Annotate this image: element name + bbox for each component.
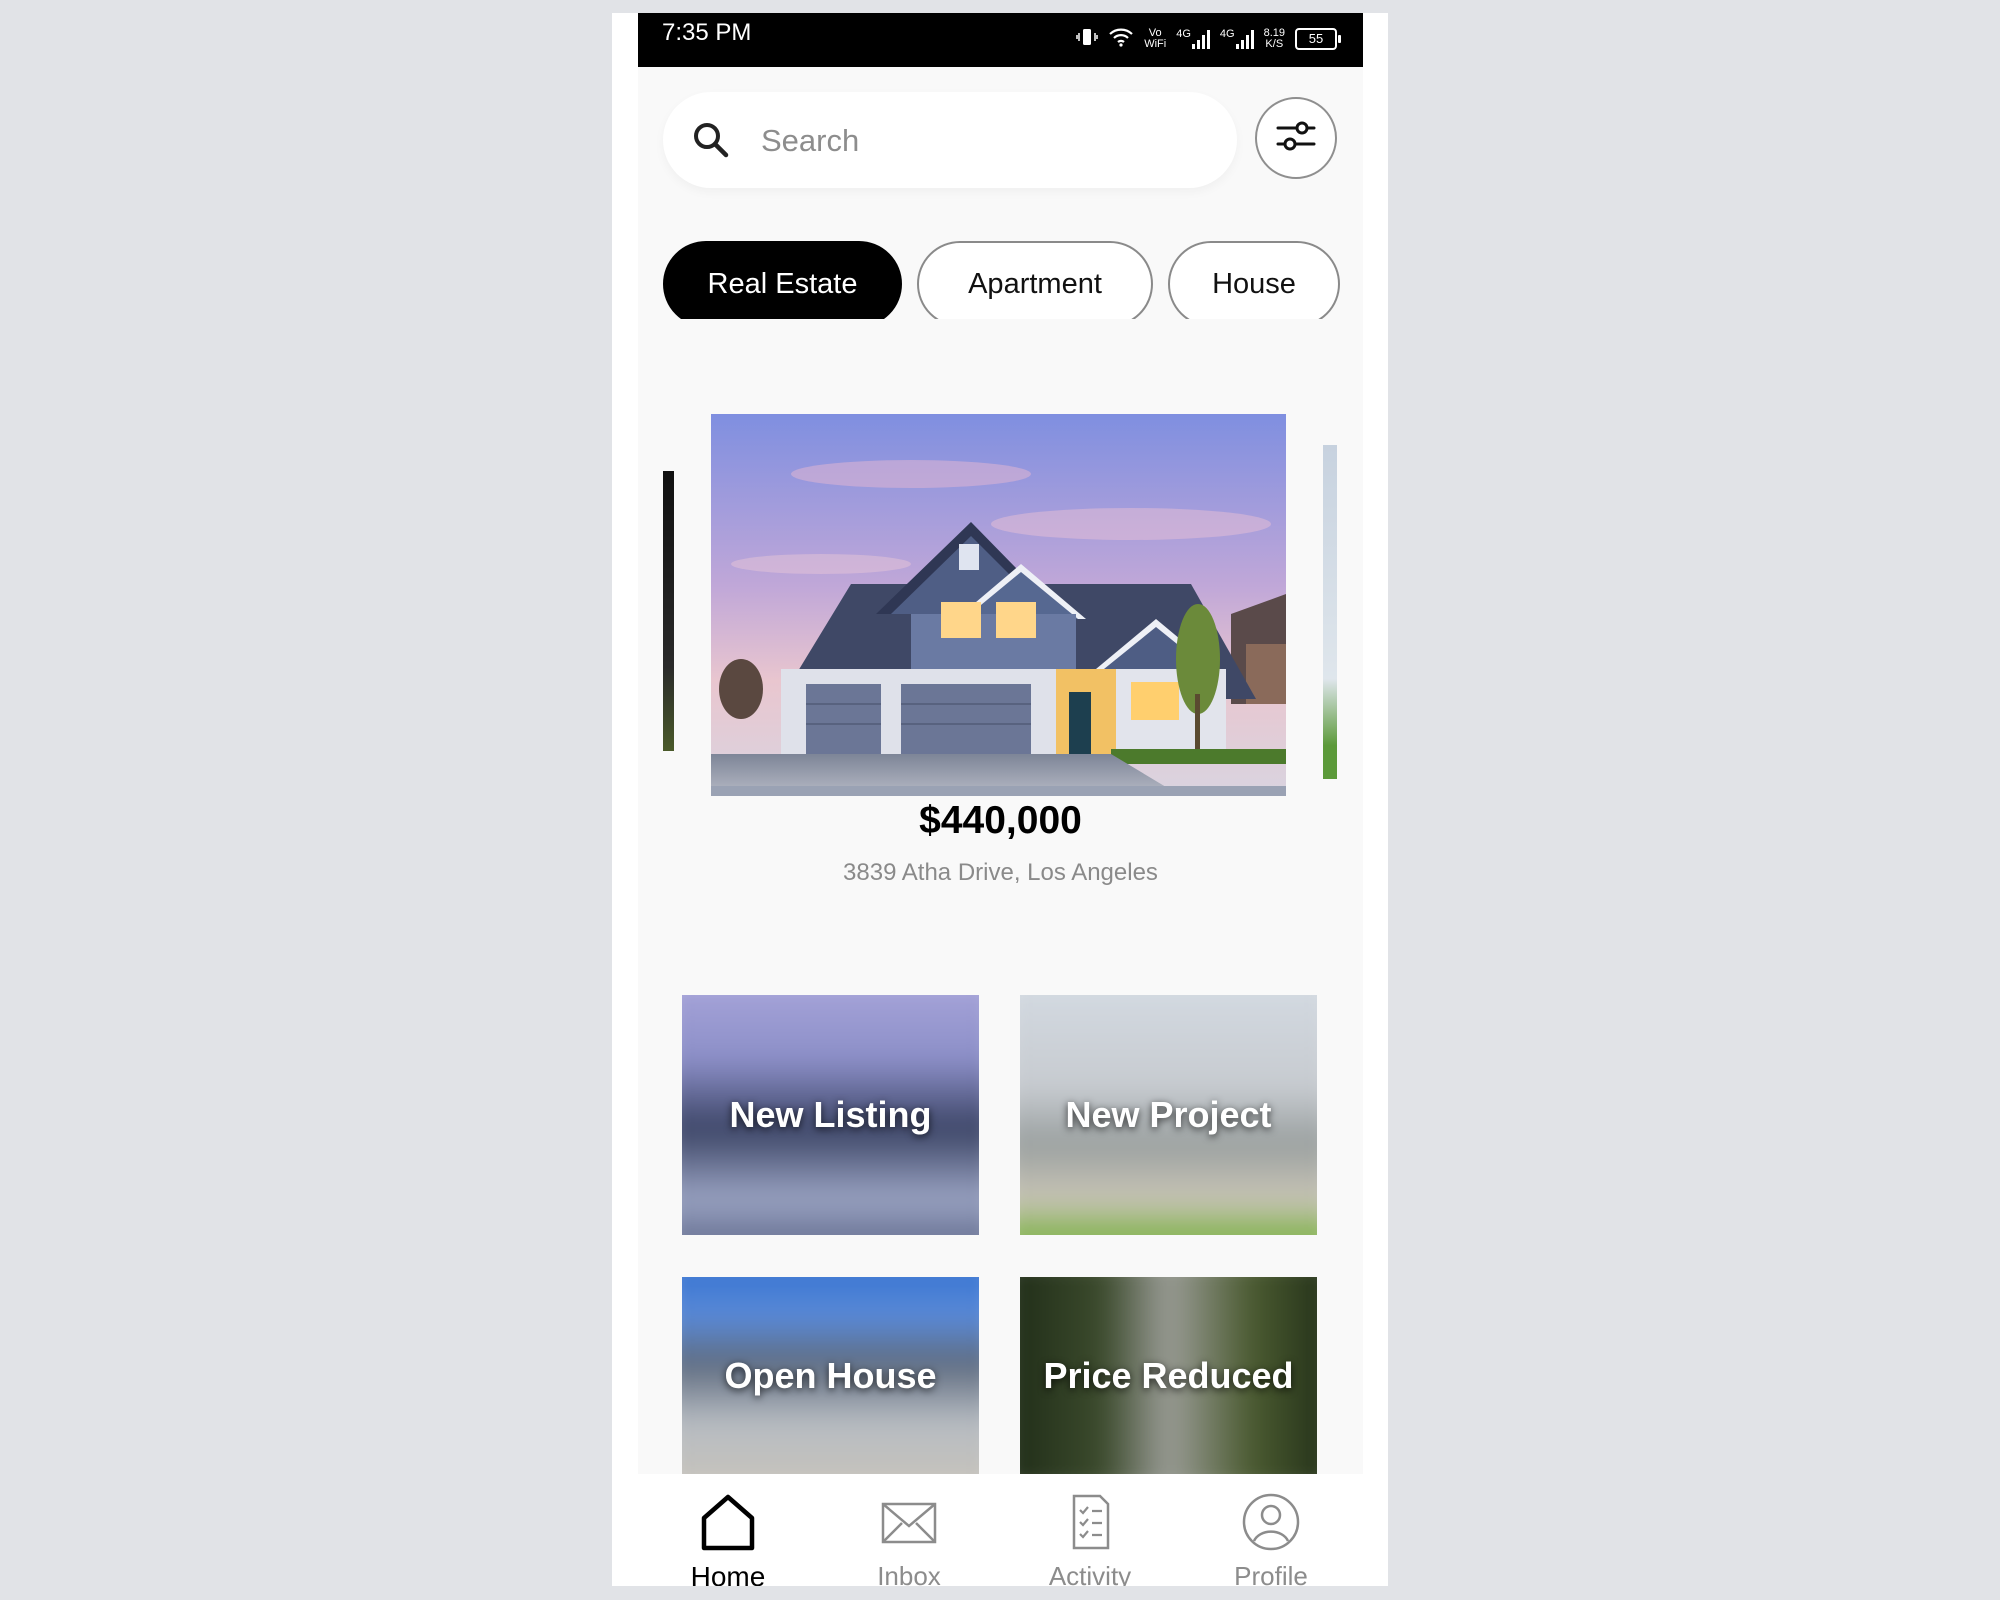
category-label: Price Reduced — [1043, 1354, 1294, 1396]
search-input[interactable] — [759, 114, 1203, 168]
status-bar: 7:35 PM Vo WiFi 4G 4G 8.19 K/S 55 — [638, 13, 1363, 67]
featured-address: 3839 Atha Drive, Los Angeles — [843, 859, 1158, 886]
category-tile-price-reduced[interactable]: Price Reduced — [1020, 1277, 1317, 1474]
network-type-2: 4G — [1219, 28, 1235, 40]
clipboard-checklist-icon — [1060, 1492, 1120, 1552]
category-chips: Real Estate Apartment House — [663, 229, 1343, 319]
featured-property-image[interactable] — [711, 414, 1286, 796]
search-bar[interactable] — [663, 92, 1237, 188]
search-icon — [691, 120, 731, 160]
battery-icon: 55 — [1295, 28, 1341, 50]
status-icons: Vo WiFi 4G 4G 8.19 K/S 55 — [1076, 21, 1341, 57]
category-label: New Listing — [729, 1094, 932, 1135]
vowifi-indicator: Vo WiFi — [1144, 28, 1166, 50]
data-speed-unit: K/S — [1265, 38, 1284, 50]
signal-1: 4G — [1176, 29, 1210, 49]
phone-screen: 7:35 PM Vo WiFi 4G 4G 8.19 K/S 55 Search… — [638, 13, 1363, 1586]
nav-profile[interactable]: Profile — [1196, 1474, 1346, 1586]
category-label: Open House — [724, 1354, 937, 1396]
category-tile-open-house[interactable]: Open House — [682, 1277, 979, 1474]
chip-apartment[interactable]: Apartment — [917, 241, 1153, 319]
user-icon — [1241, 1492, 1301, 1552]
nav-activity-label: Activity — [1048, 1561, 1132, 1586]
chip-real-estate[interactable]: Real Estate — [663, 241, 902, 319]
filter-button[interactable] — [1255, 97, 1337, 179]
nav-profile-label: Profile — [1234, 1561, 1308, 1586]
signal-bars-icon — [1191, 29, 1210, 49]
nav-home[interactable]: Home — [653, 1474, 803, 1586]
bottom-navigation: Home Inbox Activity Profile — [638, 1474, 1363, 1586]
vibrate-icon — [1076, 27, 1098, 52]
home-icon — [698, 1492, 758, 1552]
vowifi-bottom: WiFi — [1144, 38, 1167, 50]
category-label: New Project — [1065, 1094, 1272, 1135]
wifi-icon — [1108, 27, 1134, 52]
network-type-1: 4G — [1176, 28, 1191, 40]
status-time: 7:35 PM — [662, 19, 752, 46]
signal-2: 4G — [1220, 29, 1254, 49]
nav-home-label: Home — [690, 1561, 766, 1586]
mail-icon — [879, 1492, 939, 1552]
category-tile-new-listing[interactable]: New Listing — [682, 995, 979, 1235]
category-tile-new-project[interactable]: New Project — [1020, 995, 1317, 1235]
nav-inbox[interactable]: Inbox — [834, 1474, 984, 1586]
signal-bars-icon — [1235, 29, 1254, 49]
carousel-next-card[interactable] — [1323, 445, 1337, 779]
chip-house[interactable]: House — [1168, 241, 1340, 319]
data-speed: 8.19 K/S — [1264, 28, 1285, 50]
carousel-prev-card[interactable] — [663, 471, 674, 751]
sliders-icon — [1274, 116, 1318, 161]
featured-price: $440,000 — [919, 799, 1082, 842]
nav-activity[interactable]: Activity — [1015, 1474, 1165, 1586]
nav-inbox-label: Inbox — [877, 1561, 941, 1586]
